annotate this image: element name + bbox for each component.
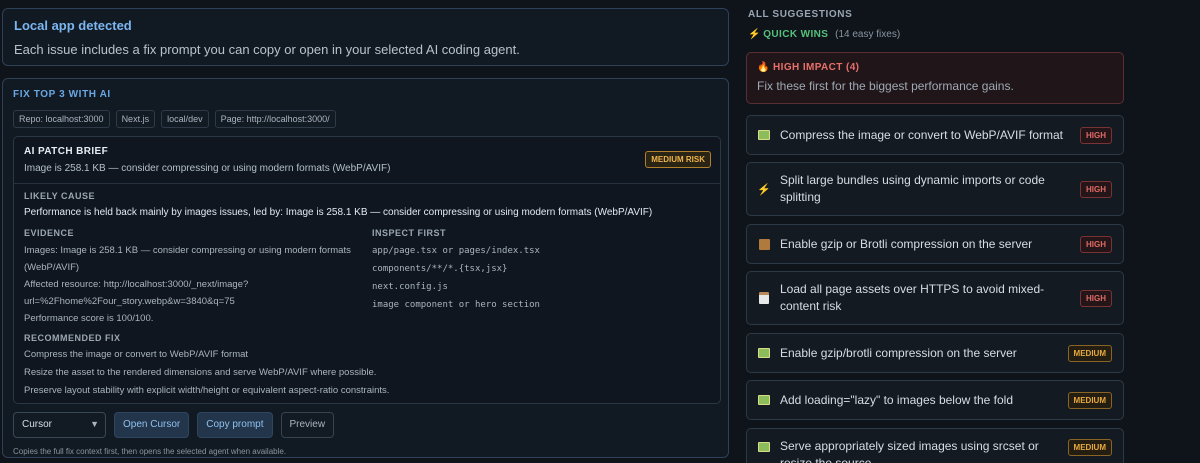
image-icon (757, 346, 771, 360)
suggestion-text: Enable gzip/brotli compression on the se… (780, 345, 1017, 360)
evidence-inspect-columns: EVIDENCE Images: Image is 258.1 KB — con… (24, 228, 710, 327)
evidence-line: (WebP/AVIF) (24, 262, 80, 273)
evidence-line: url=%2Fhome%2Four_story.webp&w=3840&q=75 (24, 296, 235, 307)
image-icon (757, 128, 771, 142)
all-suggestions-heading: ALL SUGGESTIONS (748, 9, 853, 20)
agent-select[interactable]: Cursor ▼ (13, 412, 106, 438)
fire-icon: 🔥 (757, 62, 770, 73)
suggestion-text: Compress the image or convert to WebP/AV… (780, 127, 1063, 142)
image-icon (757, 393, 771, 407)
suggestion-text: Serve appropriately sized images using s… (780, 439, 1039, 463)
recommended-item: Compress the image or convert to WebP/AV… (24, 349, 249, 360)
clipboard-icon (757, 291, 771, 305)
suggestion-text: Split large bundles using dynamic import… (780, 173, 1045, 204)
quick-wins-count: (14 easy fixes) (835, 29, 901, 40)
evidence-line: Affected resource: http://localhost:3000… (24, 279, 249, 290)
page: Local app detected Each issue includes a… (0, 0, 1200, 463)
suggestion-card[interactable]: Compress the image or convert to WebP/AV… (746, 115, 1124, 155)
evidence-line: Images: Image is 258.1 KB — consider com… (24, 245, 351, 256)
inspect-list: app/page.tsx or pages/index.tsx componen… (372, 242, 702, 314)
lightning-icon: ⚡ (748, 29, 761, 40)
suggestion-card[interactable]: Load all page assets over HTTPS to avoid… (746, 271, 1124, 325)
banner-title: Local app detected (14, 18, 132, 33)
high-impact-description: Fix these first for the biggest performa… (757, 79, 1014, 93)
brief-title: AI PATCH BRIEF (24, 146, 109, 157)
quick-wins-label: QUICK WINS (763, 29, 829, 40)
open-agent-button[interactable]: Open Cursor (114, 412, 190, 438)
suggestion-card[interactable]: Add loading="lazy" to images below the f… (746, 380, 1124, 420)
high-impact-title: 🔥 HIGH IMPACT (4) (757, 62, 1113, 73)
priority-badge: HIGH (1080, 235, 1112, 253)
quick-wins-row[interactable]: ⚡ QUICK WINS (14 easy fixes) (748, 29, 900, 40)
recommended-fix-label: RECOMMENDED FIX (24, 333, 121, 343)
image-icon (757, 440, 771, 454)
inspect-first-label: INSPECT FIRST (372, 228, 447, 238)
priority-badge: HIGH (1080, 126, 1112, 144)
brief-header: AI PATCH BRIEF Image is 258.1 KB — consi… (14, 137, 720, 184)
agent-select-value: Cursor (22, 419, 53, 430)
preview-button[interactable]: Preview (280, 412, 335, 438)
fix-heading: FIX TOP 3 WITH AI (13, 89, 111, 100)
chevron-down-icon: ▼ (90, 419, 99, 429)
priority-badge: MEDIUM (1067, 344, 1112, 362)
suggestion-card[interactable]: Enable gzip or Brotli compression on the… (746, 224, 1124, 264)
suggestion-card[interactable]: ⚡ Split large bundles using dynamic impo… (746, 162, 1124, 216)
likely-cause-label: LIKELY CAUSE (24, 191, 96, 201)
high-impact-section: 🔥 HIGH IMPACT (4) Fix these first for th… (746, 52, 1124, 104)
priority-badge: MEDIUM (1067, 391, 1112, 409)
likely-cause-text: Performance is held back mainly by image… (24, 207, 653, 218)
package-icon (757, 237, 771, 251)
recommended-list: Compress the image or convert to WebP/AV… (24, 346, 710, 400)
ai-patch-brief: AI PATCH BRIEF Image is 258.1 KB — consi… (13, 136, 721, 404)
inspect-item: components/**/*.{tsx,jsx} (372, 264, 508, 274)
suggestion-text: Enable gzip or Brotli compression on the… (780, 236, 1033, 251)
local-app-banner: Local app detected Each issue includes a… (2, 8, 729, 66)
brief-body: LIKELY CAUSE Performance is held back ma… (14, 184, 720, 407)
chip-repo: Repo: localhost:3000 (13, 110, 110, 128)
priority-badge: HIGH (1080, 180, 1112, 198)
recommended-item: Preserve layout stability with explicit … (24, 385, 390, 396)
inspect-column: INSPECT FIRST app/page.tsx or pages/inde… (372, 228, 702, 327)
action-footnote: Copies the full fix context first, then … (13, 447, 287, 456)
banner-description: Each issue includes a fix prompt you can… (14, 42, 520, 57)
suggestion-card[interactable]: Serve appropriately sized images using s… (746, 428, 1124, 463)
priority-badge: MEDIUM (1067, 439, 1112, 456)
fix-top-3-panel: FIX TOP 3 WITH AI Repo: localhost:3000 N… (2, 78, 729, 458)
evidence-list: Images: Image is 258.1 KB — consider com… (24, 242, 372, 327)
evidence-line: Performance score is 100/100. (24, 313, 154, 324)
evidence-column: EVIDENCE Images: Image is 258.1 KB — con… (24, 228, 372, 327)
context-chips: Repo: localhost:3000 Next.js local/dev P… (13, 110, 718, 128)
suggestion-card[interactable]: Enable gzip/brotli compression on the se… (746, 333, 1124, 373)
suggestion-text: Add loading="lazy" to images below the f… (780, 392, 1013, 407)
brief-subtitle: Image is 258.1 KB — consider compressing… (24, 163, 391, 174)
inspect-item: app/page.tsx or pages/index.tsx (372, 246, 540, 256)
evidence-label: EVIDENCE (24, 228, 75, 238)
suggestion-text: Load all page assets over HTTPS to avoid… (780, 282, 1045, 313)
copy-prompt-button[interactable]: Copy prompt (197, 412, 273, 438)
inspect-item: next.config.js (372, 282, 448, 292)
chip-env: local/dev (161, 110, 209, 128)
recommended-item: Resize the asset to the rendered dimensi… (24, 367, 377, 378)
action-bar: Cursor ▼ Open Cursor Copy prompt Preview (13, 412, 718, 438)
high-impact-label: HIGH IMPACT (4) (773, 62, 860, 73)
inspect-item: image component or hero section (372, 300, 540, 310)
priority-badge: HIGH (1080, 289, 1112, 307)
chip-framework: Next.js (115, 110, 156, 128)
risk-badge: MEDIUM RISK (645, 151, 711, 168)
lightning-icon: ⚡ (757, 183, 771, 196)
chip-page: Page: http://localhost:3000/ (214, 110, 336, 128)
